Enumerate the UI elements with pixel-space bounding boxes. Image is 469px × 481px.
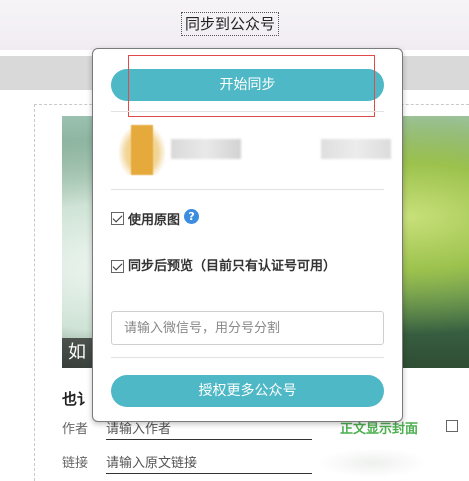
preview-after-sync-checkbox[interactable] — [111, 260, 124, 273]
link-label: 链接 — [62, 456, 89, 471]
preview-after-sync-option[interactable]: 同步后预览（目前只有认证号可用） — [111, 257, 381, 276]
start-sync-button[interactable]: 开始同步 — [111, 69, 384, 101]
source-link-input[interactable]: 请输入原文链接 — [106, 452, 312, 474]
blurred-region — [318, 448, 428, 478]
preview-after-sync-label: 同步后预览（目前只有认证号可用） — [128, 259, 337, 274]
use-original-image-option[interactable]: 使用原图 ? — [111, 209, 200, 228]
divider — [111, 189, 384, 190]
divider — [111, 357, 384, 358]
wechat-id-input[interactable] — [111, 311, 384, 345]
use-original-image-label: 使用原图 — [128, 213, 181, 228]
divider — [111, 111, 384, 112]
official-account-item[interactable] — [111, 125, 391, 181]
show-cover-checkbox[interactable] — [446, 420, 458, 432]
article-title-fragment[interactable]: 也讠 — [62, 388, 92, 409]
help-icon[interactable]: ? — [184, 209, 200, 224]
authorize-more-accounts-button[interactable]: 授权更多公众号 — [111, 375, 384, 407]
account-avatar — [119, 125, 165, 175]
link-row: 链接 请输入原文链接 — [62, 452, 312, 474]
sync-popup: 开始同步 使用原图 ? 同步后预览（目前只有认证号可用） 授权更多公众号 — [92, 48, 403, 422]
sync-to-official-account-link[interactable]: 同步到公众号 — [181, 12, 280, 36]
account-name-blurred — [171, 139, 241, 159]
top-bar: 同步到公众号 — [0, 0, 469, 50]
use-original-image-checkbox[interactable] — [111, 212, 124, 225]
account-id-blurred — [321, 139, 391, 159]
